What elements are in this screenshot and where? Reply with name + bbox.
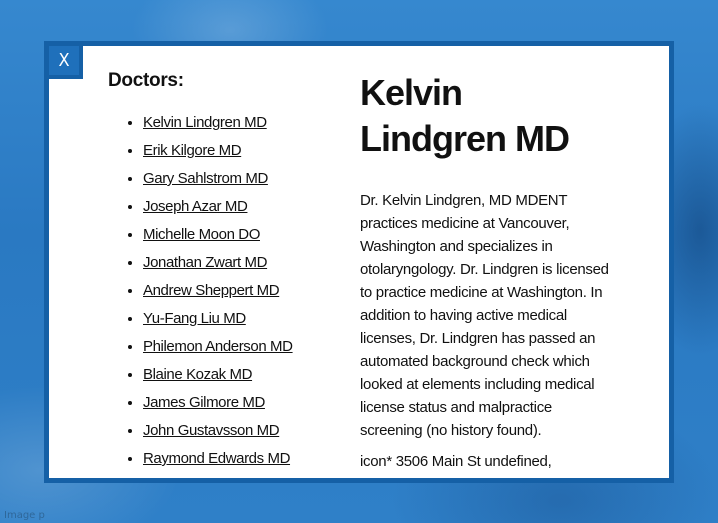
- doctor-detail-panel: Kelvin Lindgren MD Dr. Kelvin Lindgren, …: [360, 70, 610, 473]
- doctor-link[interactable]: James Gilmore MD: [143, 394, 265, 411]
- list-item: Joseph Azar MD: [143, 198, 348, 226]
- doctor-link[interactable]: Yu-Fang Liu MD: [143, 310, 246, 327]
- doctor-link[interactable]: Philemon Anderson MD: [143, 338, 293, 355]
- doctor-link[interactable]: John Gustavsson MD: [143, 422, 280, 439]
- doctor-link[interactable]: Joseph Azar MD: [143, 198, 248, 215]
- doctor-link[interactable]: Kelvin Lindgren MD: [143, 114, 267, 131]
- doctor-link[interactable]: Raymond Edwards MD: [143, 450, 290, 467]
- list-item: Andrew Sheppert MD: [143, 282, 348, 310]
- list-item: Philemon Anderson MD: [143, 338, 348, 366]
- doctor-list: Kelvin Lindgren MD Erik Kilgore MD Gary …: [108, 114, 348, 478]
- doctor-name-title: Kelvin Lindgren MD: [360, 72, 570, 159]
- close-button[interactable]: X: [49, 46, 83, 79]
- list-item: John Gustavsson MD: [143, 422, 348, 450]
- list-item: Raymond Edwards MD: [143, 450, 348, 478]
- list-item: James Gilmore MD: [143, 394, 348, 422]
- list-item: Yu-Fang Liu MD: [143, 310, 348, 338]
- list-item: Erik Kilgore MD: [143, 142, 348, 170]
- doctor-address: icon* 3506 Main St undefined,: [360, 453, 552, 470]
- doctor-bio: Dr. Kelvin Lindgren, MD MDENT practices …: [360, 192, 609, 439]
- doctor-list-panel: Doctors: Kelvin Lindgren MD Erik Kilgore…: [108, 70, 348, 478]
- list-item: Jonathan Zwart MD: [143, 254, 348, 282]
- doctor-link[interactable]: Gary Sahlstrom MD: [143, 170, 268, 187]
- list-item: Michelle Moon DO: [143, 226, 348, 254]
- doctor-link[interactable]: Blaine Kozak MD: [143, 366, 252, 383]
- list-item: Kelvin Lindgren MD: [143, 114, 348, 142]
- doctor-link[interactable]: Michelle Moon DO: [143, 226, 260, 243]
- doctor-link[interactable]: Erik Kilgore MD: [143, 142, 242, 159]
- list-item: Gary Sahlstrom MD: [143, 170, 348, 198]
- doctors-heading: Doctors:: [108, 70, 184, 91]
- doctor-link[interactable]: Andrew Sheppert MD: [143, 282, 280, 299]
- background-watermark: Image p: [4, 510, 45, 521]
- doctor-link[interactable]: Jonathan Zwart MD: [143, 254, 267, 271]
- list-item: Blaine Kozak MD: [143, 366, 348, 394]
- doctor-modal: X Doctors: Kelvin Lindgren MD Erik Kilgo…: [44, 41, 674, 483]
